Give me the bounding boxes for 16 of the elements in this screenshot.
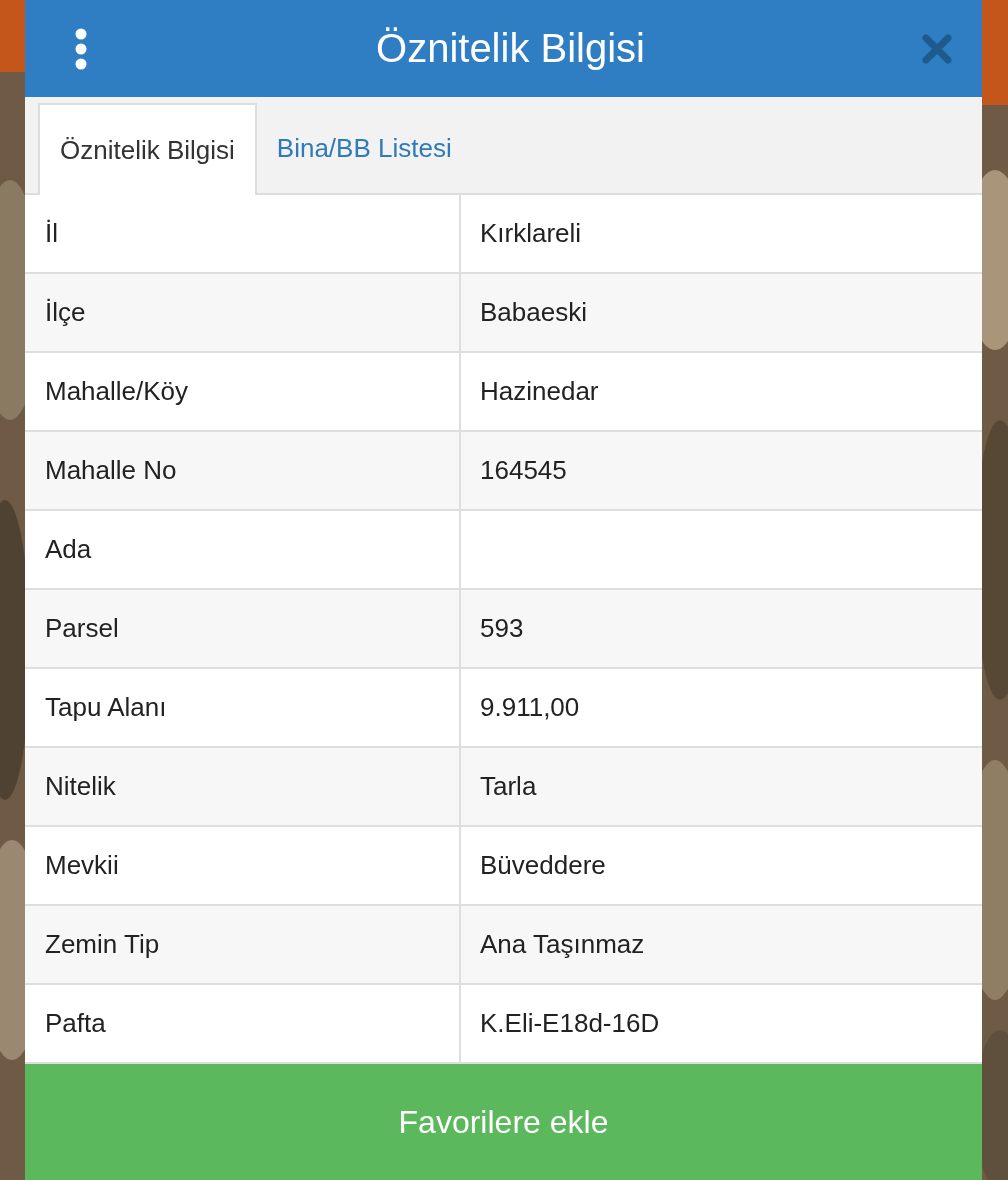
tab[interactable]: Öznitelik Bilgisi [38,103,257,195]
attribute-label: Mahalle No [44,454,178,487]
attribute-label: Mevkii [44,849,120,882]
favorite-button[interactable]: Favorilere ekle [25,1064,982,1180]
attribute-label: Tapu Alanı [44,691,168,724]
attribute-label: Zemin Tip [44,928,161,961]
attribute-label: Pafta [44,1007,107,1040]
attribute-label: Parsel [44,612,120,645]
menu-icon[interactable] [73,27,89,70]
attribute-label: Mahalle/Köy [44,375,190,408]
attribute-label: İlçe [44,296,87,329]
dialog-title: Öznitelik Bilgisi [375,26,646,71]
attribute-label: Nitelik [44,770,117,803]
tab[interactable]: Bina/BB Listesi [256,103,472,193]
attribute-label: İl [44,217,59,250]
attribute-label: Ada [44,533,93,566]
